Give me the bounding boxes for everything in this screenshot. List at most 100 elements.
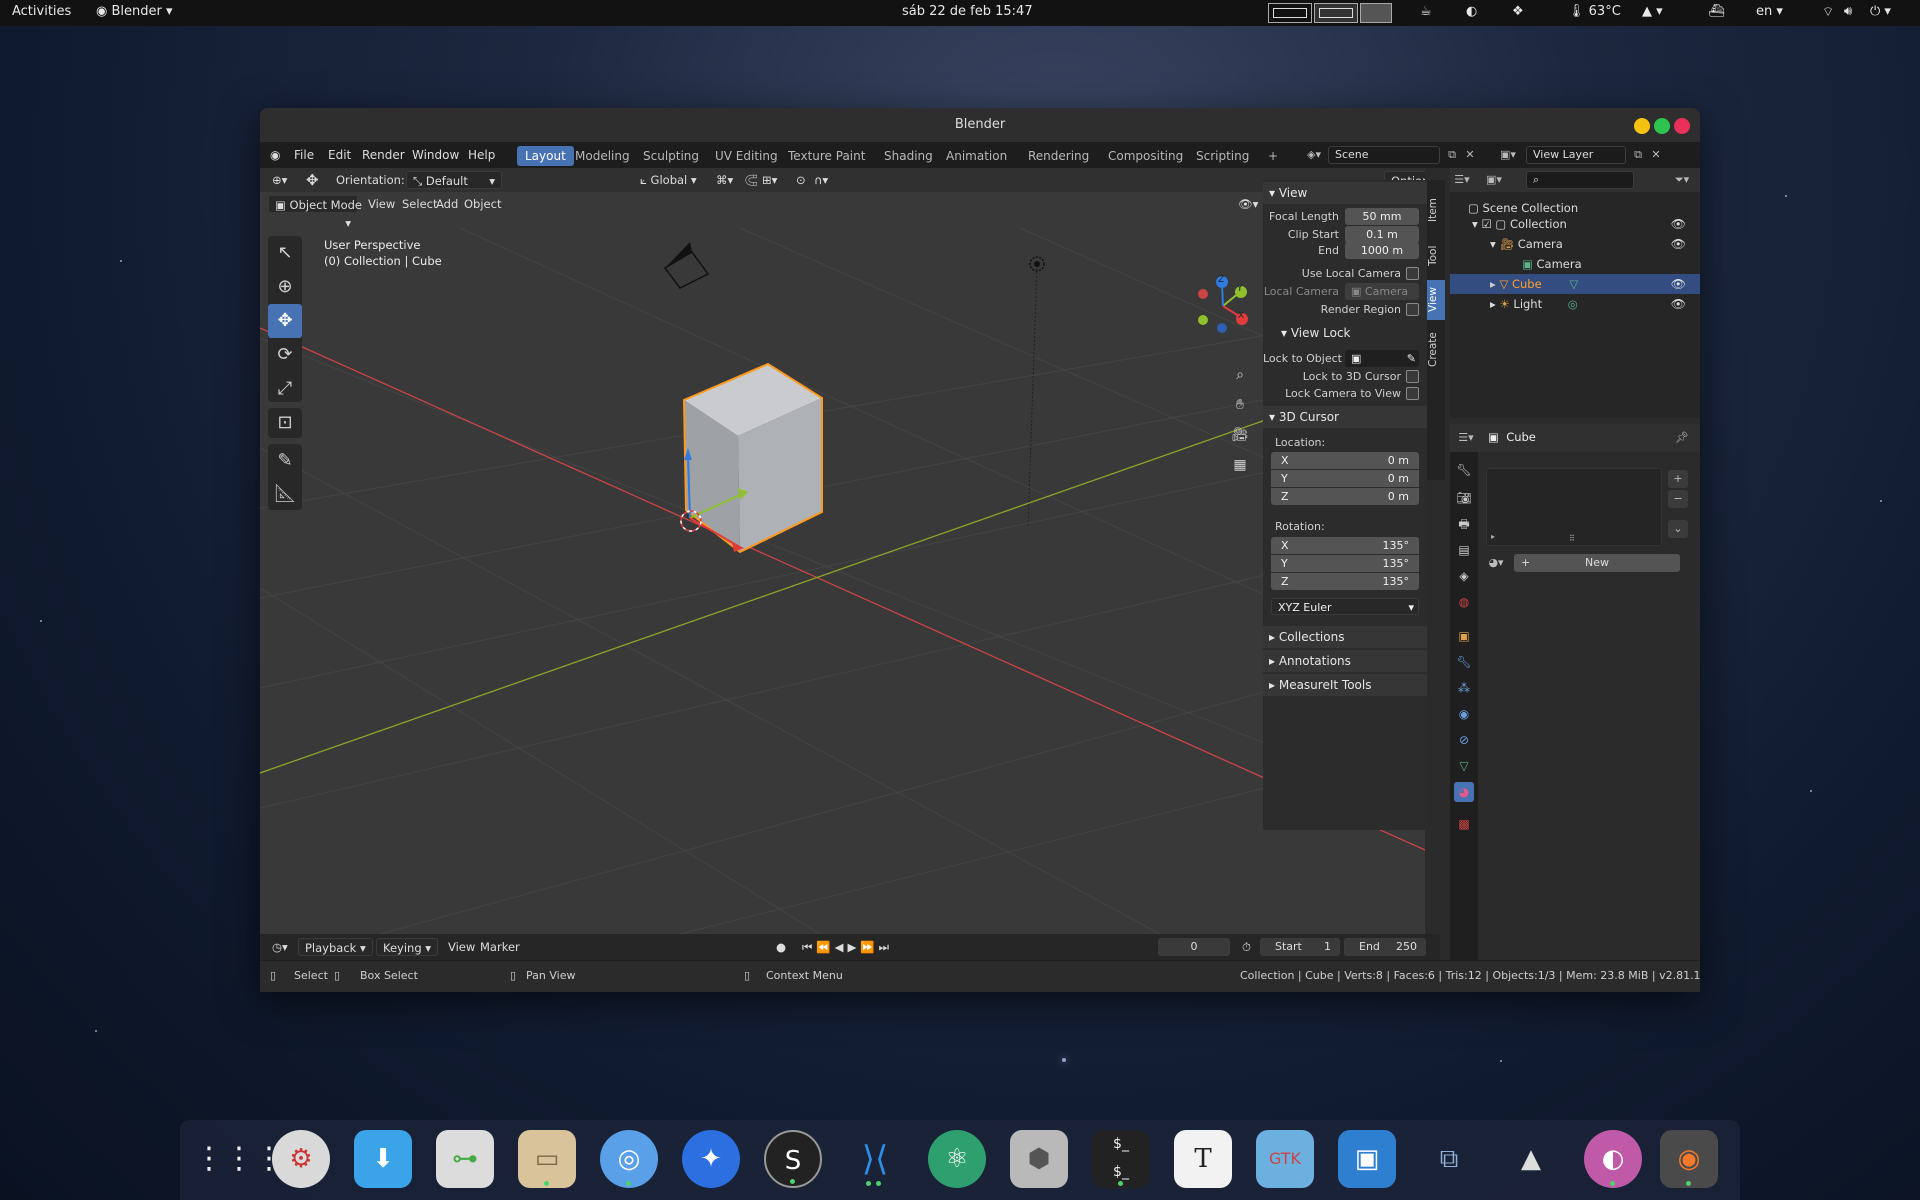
tweaks-icon[interactable]: ⊶: [436, 1130, 494, 1188]
show-apps-icon[interactable]: ⋮⋮⋮: [194, 1130, 284, 1188]
software-icon[interactable]: ▣: [1338, 1130, 1396, 1188]
vscode-icon[interactable]: ⟩⟨: [846, 1130, 904, 1188]
coffee-icon[interactable]: ☕: [1420, 4, 1432, 19]
tab-view[interactable]: View: [1427, 280, 1445, 320]
language-selector[interactable]: en ▾: [1756, 4, 1783, 19]
annotations-panel-header[interactable]: ▸ Annotations: [1263, 650, 1427, 672]
transform-orientation-dropdown[interactable]: ⟀ Global ▾: [634, 171, 703, 189]
falloff-icon[interactable]: ∩▾: [808, 171, 834, 189]
outliner-row-collection[interactable]: ▾ ☑ ▢ Collection 👁︎: [1450, 214, 1700, 234]
atom-icon[interactable]: ⚛: [928, 1130, 986, 1188]
rotation-z-field[interactable]: Z 135°: [1271, 573, 1419, 590]
pan-hand-icon[interactable]: ✋︎: [1228, 393, 1252, 417]
particles-tab-icon[interactable]: ⁂: [1454, 678, 1474, 698]
visibility-eye-icon[interactable]: 👁︎: [1671, 294, 1686, 314]
remove-slot-icon[interactable]: −: [1668, 490, 1688, 508]
rotation-x-field[interactable]: X 135°: [1271, 537, 1419, 554]
copy-icon[interactable]: ⧉: [1420, 1130, 1478, 1188]
rotation-mode-dropdown[interactable]: XYZ Euler ▾: [1271, 598, 1419, 615]
visibility-eye-icon[interactable]: 👁︎: [1671, 234, 1686, 254]
view-layer-field[interactable]: View Layer: [1526, 146, 1626, 164]
modifier-tab-icon[interactable]: 🔧︎: [1454, 652, 1474, 672]
render-region-checkbox[interactable]: [1406, 303, 1419, 316]
menu-file[interactable]: File: [294, 148, 314, 162]
close-button[interactable]: [1674, 118, 1690, 134]
end-frame-field[interactable]: End 250: [1344, 938, 1426, 956]
view-layer-tab-icon[interactable]: ▤: [1454, 540, 1474, 560]
add-slot-icon[interactable]: +: [1668, 470, 1688, 488]
tab-tool[interactable]: Tool: [1427, 236, 1445, 276]
volume-icon[interactable]: 🔊︎: [1844, 4, 1852, 19]
slot-menu-icon[interactable]: ⌄: [1668, 520, 1688, 538]
workspace-2[interactable]: [1314, 3, 1358, 23]
delete-view-layer-icon[interactable]: ✕: [1646, 146, 1666, 164]
render-tab-icon[interactable]: 📷︎: [1454, 488, 1474, 508]
snap-target-icon[interactable]: ⊞▾: [756, 171, 783, 189]
updates-icon[interactable]: ▲ ▾: [1642, 4, 1663, 19]
record-icon[interactable]: ●: [770, 938, 792, 956]
tab-create[interactable]: Create: [1427, 324, 1445, 376]
sql-icon[interactable]: ⬢: [1010, 1130, 1068, 1188]
new-scene-icon[interactable]: ⧉: [1442, 146, 1462, 164]
tab-compositing[interactable]: Compositing: [1100, 146, 1191, 166]
firefox-icon[interactable]: ✦: [682, 1130, 740, 1188]
filter-icon[interactable]: ⏷▾: [1672, 171, 1692, 189]
activities-button[interactable]: Activities: [12, 4, 71, 19]
clock[interactable]: sáb 22 de feb 15:47: [902, 4, 1033, 19]
view-panel-header[interactable]: ▾ View: [1263, 182, 1427, 204]
sphere-icon[interactable]: ◐: [1584, 1130, 1642, 1188]
gamepad-icon[interactable]: ◐: [1466, 4, 1477, 19]
outliner-row-camera[interactable]: ▾ 🎥︎ Camera 👁︎: [1450, 234, 1700, 254]
constraints-tab-icon[interactable]: ⊘: [1454, 730, 1474, 750]
visibility-icon[interactable]: 👁︎▾: [1232, 195, 1264, 213]
visibility-eye-icon[interactable]: 👁︎: [1671, 274, 1686, 294]
files-icon[interactable]: ▭: [518, 1130, 576, 1188]
rotation-y-field[interactable]: Y 135°: [1271, 555, 1419, 572]
workspace-3[interactable]: [1360, 3, 1392, 23]
texture-tab-icon[interactable]: ▩: [1454, 814, 1474, 834]
terminal-icon[interactable]: $_ $_: [1092, 1130, 1150, 1188]
view-lock-header[interactable]: ▾ View Lock: [1263, 322, 1427, 344]
transform-tool-icon[interactable]: ⊡: [268, 408, 302, 438]
location-z-field[interactable]: Z0 m: [1271, 488, 1419, 505]
object-tab-icon[interactable]: ▣: [1454, 626, 1474, 646]
physics-tab-icon[interactable]: ◉: [1454, 704, 1474, 724]
menu-edit[interactable]: Edit: [328, 148, 351, 162]
new-view-layer-icon[interactable]: ⧉: [1628, 146, 1648, 164]
mesh-data-tab-icon[interactable]: ▽: [1454, 756, 1474, 776]
download-icon[interactable]: ⬇: [354, 1130, 412, 1188]
tab-layout[interactable]: Layout: [517, 146, 574, 166]
pivot-point-icon[interactable]: ⌘▾: [710, 171, 739, 189]
wifi-icon[interactable]: ⌔: [1822, 4, 1834, 20]
add-workspace-button[interactable]: +: [1260, 146, 1286, 166]
measure-tool-icon[interactable]: 📐︎: [268, 477, 302, 510]
tab-animation[interactable]: Animation: [938, 146, 1015, 166]
local-camera-field[interactable]: ▣ Camera ✕: [1345, 283, 1419, 315]
mode-dropdown[interactable]: ▣ Object Mode ▾: [268, 195, 362, 230]
material-browse-icon[interactable]: ◕▾: [1486, 554, 1506, 572]
move-tool-icon[interactable]: ✥: [300, 171, 325, 189]
select-tool-icon[interactable]: ↖: [268, 236, 302, 270]
tool-settings-icon[interactable]: ⊕▾: [266, 171, 293, 189]
output-tab-icon[interactable]: 🖶: [1454, 514, 1474, 534]
blender-icon[interactable]: ◉: [1660, 1130, 1718, 1188]
chromium-icon[interactable]: ◎: [600, 1130, 658, 1188]
focal-length-field[interactable]: 50 mm: [1345, 208, 1419, 225]
tab-scripting[interactable]: Scripting: [1188, 146, 1257, 166]
tab-texture-paint[interactable]: Texture Paint: [780, 146, 873, 166]
tab-sculpting[interactable]: Sculpting: [635, 146, 707, 166]
scene-tab-icon[interactable]: ◈: [1454, 566, 1474, 586]
display-mode-icon[interactable]: ▣▾: [1484, 171, 1504, 189]
power-icon[interactable]: ⏻ ▾: [1870, 4, 1891, 19]
3d-cursor-panel-header[interactable]: ▾ 3D Cursor: [1263, 406, 1427, 428]
zoom-icon[interactable]: ⌕: [1228, 363, 1252, 387]
clip-end-field[interactable]: 1000 m: [1345, 242, 1419, 259]
use-local-camera-checkbox[interactable]: [1406, 267, 1419, 280]
workspace-1[interactable]: [1268, 3, 1312, 23]
tab-rendering[interactable]: Rendering: [1020, 146, 1097, 166]
timeline-editor-icon[interactable]: ◷▾: [266, 938, 294, 956]
ortho-grid-icon[interactable]: ▦: [1228, 453, 1252, 477]
3d-viewport[interactable]: Y X Z ⊕▾ ✥ Orientation: ⤡ Default ▾ ⟀ Gl…: [260, 168, 1425, 934]
material-tab-icon[interactable]: ◕: [1454, 782, 1474, 802]
view-layer-icon[interactable]: ▣▾: [1498, 146, 1518, 164]
